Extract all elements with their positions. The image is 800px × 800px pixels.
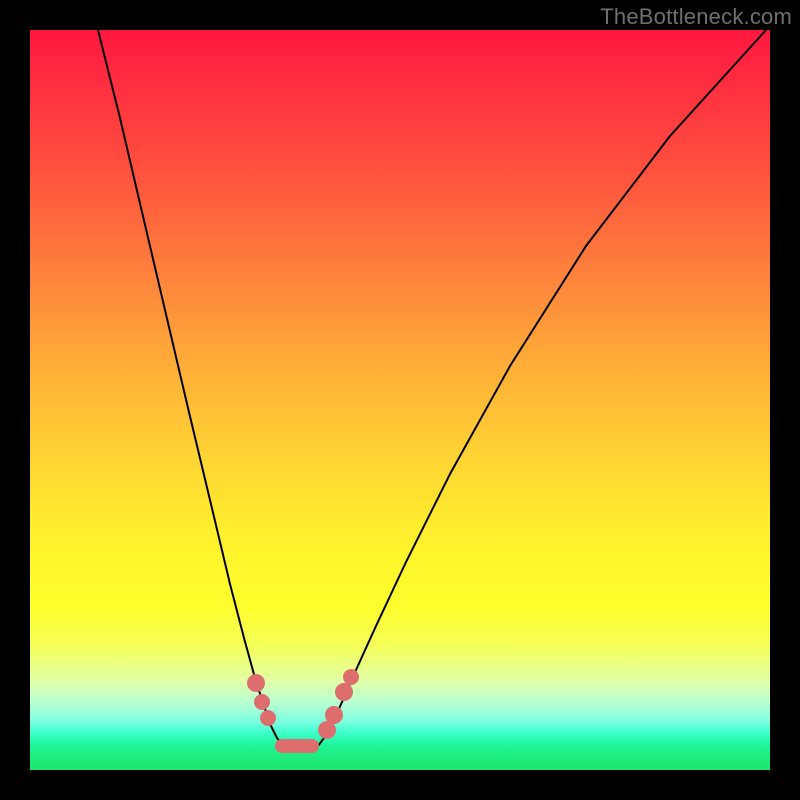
curve-markers: [247, 669, 359, 753]
curve-left-branch: [98, 30, 283, 746]
watermark-text: TheBottleneck.com: [600, 4, 792, 30]
marker-left-1: [247, 674, 265, 692]
plot-area: [30, 30, 770, 770]
chart-frame: TheBottleneck.com: [0, 0, 800, 800]
marker-left-3: [260, 710, 276, 726]
bottom-pill: [275, 739, 319, 753]
curve-right-branch: [318, 30, 766, 746]
marker-right-3: [335, 683, 353, 701]
marker-left-2: [254, 694, 270, 710]
curve-overlay: [30, 30, 770, 770]
marker-right-4: [343, 669, 359, 685]
marker-right-2: [325, 706, 343, 724]
